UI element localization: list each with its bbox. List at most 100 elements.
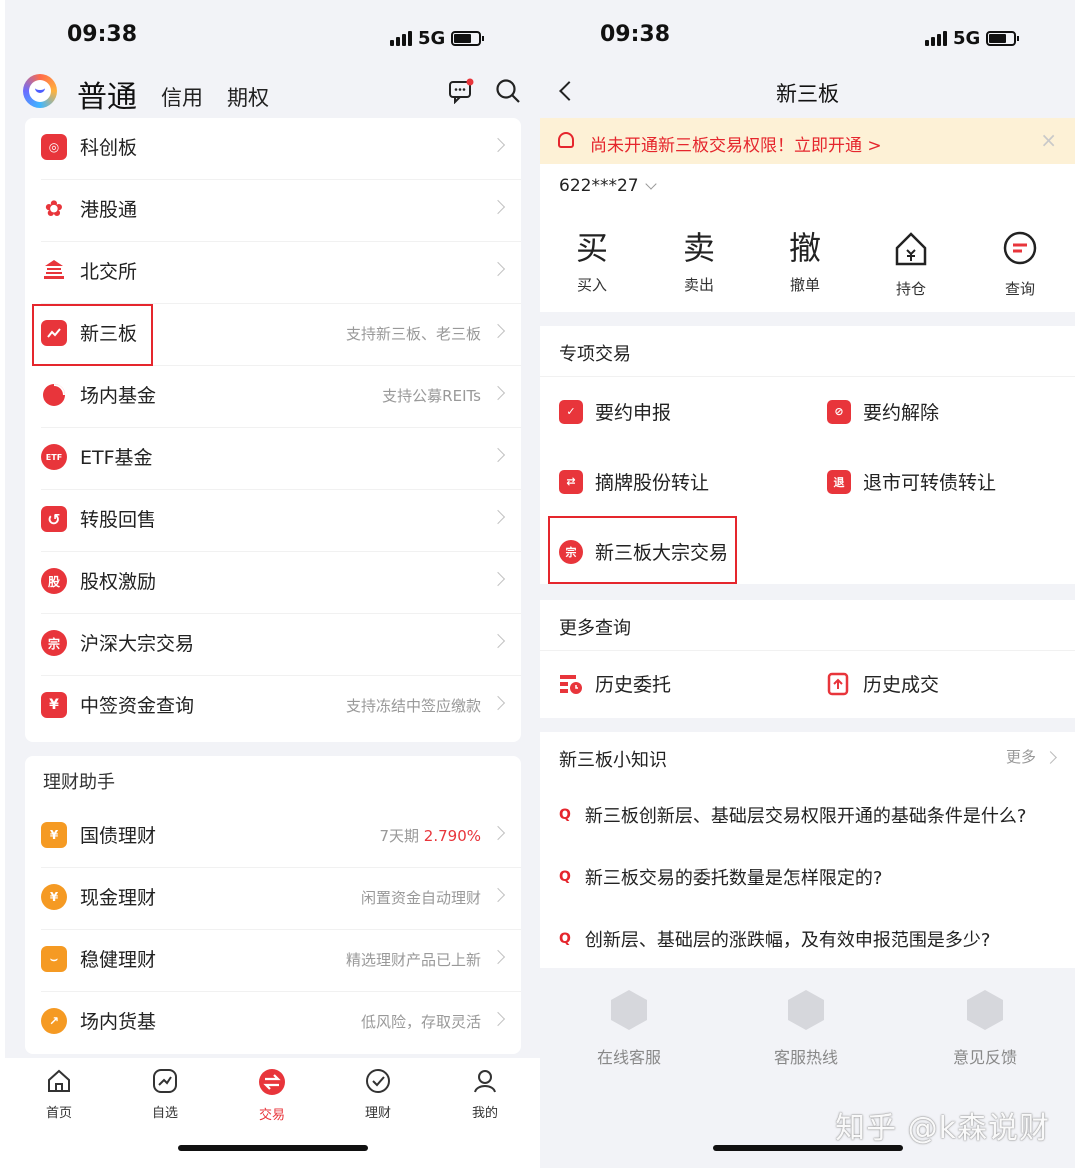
page-title: 新三板 <box>776 82 839 106</box>
menu-item-etf[interactable]: ETF ETF基金 <box>25 428 521 490</box>
sell-button[interactable]: 卖 卖出 <box>664 226 734 295</box>
more-link[interactable]: 更多 <box>1005 746 1057 767</box>
buy-button[interactable]: 买 买入 <box>557 226 627 295</box>
faq-text: 创新层、基础层的涨跌幅，及有效申报范围是多少? <box>584 930 991 951</box>
section-title: 新三板小知识 <box>559 750 667 771</box>
item-label: 摘牌股份转让 <box>595 472 710 494</box>
unlink-icon: ⊘ <box>827 399 851 424</box>
house-yuan-icon <box>895 232 927 266</box>
trade-history-item[interactable]: 历史成交 <box>827 670 939 697</box>
feedback-icon <box>967 990 1003 1030</box>
finance-item-sub: 闲置资金自动理财 <box>360 889 481 907</box>
delisted-bond-transfer-item[interactable]: 退 退市可转债转让 <box>827 468 996 495</box>
battery-icon <box>986 31 1020 46</box>
faq-item[interactable]: Q 创新层、基础层的涨跌幅，及有效申报范围是多少? <box>559 926 990 952</box>
feedback-button[interactable]: 意见反馈 <box>930 990 1040 1068</box>
customer-service-icon <box>611 990 647 1030</box>
faq-item[interactable]: Q 新三板创新层、基础层交易权限开通的基础条件是什么? <box>559 802 1026 828</box>
menu-item-conversion[interactable]: ↺ 转股回售 <box>25 490 521 552</box>
delisted-share-transfer-item[interactable]: ⇄ 摘牌股份转让 <box>559 468 709 495</box>
nav-home[interactable]: 首页 <box>29 1068 89 1121</box>
highlight-box <box>548 516 737 584</box>
nav-label: 自选 <box>151 1106 178 1121</box>
pie-chart-icon <box>41 382 67 408</box>
status-time: 09:38 <box>67 22 138 47</box>
return-arrow-icon: ↺ <box>41 506 67 532</box>
item-label: 要约解除 <box>863 402 940 424</box>
menu-item-label: 转股回售 <box>80 509 157 531</box>
nav-trade[interactable]: 交易 <box>242 1068 302 1123</box>
menu-item-sub: 支持公募REITs <box>382 387 481 405</box>
page-header: 新三板 <box>540 70 1075 118</box>
chevron-right-icon <box>490 199 506 215</box>
order-history-item[interactable]: 历史委托 <box>559 670 671 697</box>
finance-item-cash[interactable]: ¥ 现金理财 闲置资金自动理财 <box>25 868 521 930</box>
yuan-icon: ¥ <box>41 822 67 848</box>
menu-item-sub: 支持新三板、老三板 <box>345 325 481 343</box>
more-label: 更多 <box>1005 748 1036 766</box>
finance-item-sub: 精选理财产品已上新 <box>345 951 481 969</box>
query-button[interactable]: 查询 <box>985 226 1055 299</box>
tab-credit[interactable]: 信用 <box>161 82 203 112</box>
account-number: 622***27 <box>559 176 639 196</box>
home-indicator <box>177 1145 368 1151</box>
item-label: 历史成交 <box>863 674 940 696</box>
close-icon[interactable]: × <box>1040 128 1057 152</box>
menu-item-label: 港股通 <box>80 199 138 221</box>
tender-offer-item[interactable]: ✓ 要约申报 <box>559 398 671 425</box>
delisted-icon: 退 <box>827 469 851 494</box>
finance-item-sub: 7天期 2.790% <box>379 827 481 845</box>
right-phone-screen: 09:38 5G 新三板 尚未开通新三板交易权限！立即开通 > × 622***… <box>540 0 1075 1168</box>
finance-item-treasury[interactable]: ¥ 国债理财 7天期 2.790% <box>25 806 521 868</box>
status-bar: 09:38 5G <box>5 0 540 70</box>
nav-watchlist[interactable]: 自选 <box>135 1068 195 1121</box>
nav-profile[interactable]: 我的 <box>455 1068 515 1121</box>
menu-item-equity-incentive[interactable]: 股 股权激励 <box>25 552 521 614</box>
menu-item-star-market[interactable]: ◎ 科创板 <box>25 118 521 180</box>
finance-item-money-fund[interactable]: ↗ 场内货基 低风险，存取灵活 <box>25 992 521 1054</box>
menu-item-etf-listed-fund[interactable]: 场内基金 支持公募REITs <box>25 366 521 428</box>
menu-item-block-trade[interactable]: 宗 沪深大宗交易 <box>25 614 521 676</box>
menu-item-hk-connect[interactable]: ✿ 港股通 <box>25 180 521 242</box>
banner-text[interactable]: 尚未开通新三板交易权限！立即开通 > <box>590 131 882 156</box>
watchlist-icon <box>153 1069 177 1093</box>
app-logo-icon[interactable] <box>23 74 57 108</box>
cancel-order-button[interactable]: 撤 撤单 <box>770 226 840 295</box>
positions-button[interactable]: 持仓 <box>876 226 946 299</box>
menu-item-allotment-query[interactable]: ¥ 中签资金查询 支持冻结中签应缴款 <box>25 676 521 738</box>
bauhinia-icon: ✿ <box>44 196 64 222</box>
nav-label: 理财 <box>364 1106 391 1121</box>
tender-release-item[interactable]: ⊘ 要约解除 <box>827 398 939 425</box>
question-icon: Q <box>559 931 571 947</box>
section-title: 专项交易 <box>559 344 631 365</box>
trade-menu-card: ◎ 科创板 ✿ 港股通 北交所 新三板 支持新三板、老三板 场内基金 支持公募R… <box>25 118 521 742</box>
account-selector[interactable]: 622***27 <box>559 176 657 196</box>
search-icon[interactable] <box>495 78 521 104</box>
yield-value: 2.790% <box>423 827 481 845</box>
tab-options[interactable]: 期权 <box>227 82 269 112</box>
tab-normal[interactable]: 普通 <box>77 72 137 116</box>
finance-item-label: 场内货基 <box>80 1011 157 1033</box>
more-query-card: 更多查询 历史委托 历史成交 <box>540 600 1075 718</box>
user-icon <box>474 1070 496 1093</box>
online-service-button[interactable]: 在线客服 <box>574 990 684 1068</box>
message-icon[interactable] <box>448 78 474 104</box>
block-trade-icon: 宗 <box>41 630 67 656</box>
nav-label: 我的 <box>471 1106 498 1121</box>
status-time: 09:38 <box>600 22 671 47</box>
section-title: 理财助手 <box>43 772 115 793</box>
menu-item-label: ETF基金 <box>80 447 153 469</box>
hotline-button[interactable]: 客服热线 <box>751 990 861 1068</box>
finance-item-stable[interactable]: ⌣ 稳健理财 精选理财产品已上新 <box>25 930 521 992</box>
service-label: 在线客服 <box>596 1048 661 1067</box>
faq-item[interactable]: Q 新三板交易的委托数量是怎样限定的? <box>559 864 882 890</box>
wealth-icon <box>366 1069 390 1093</box>
permission-banner[interactable]: 尚未开通新三板交易权限！立即开通 > × <box>540 118 1075 164</box>
finance-item-sub: 低风险，存取灵活 <box>360 1013 481 1031</box>
nav-wealth[interactable]: 理财 <box>348 1068 408 1121</box>
chevron-right-icon <box>490 323 506 339</box>
menu-item-bse[interactable]: 北交所 <box>25 242 521 304</box>
transfer-icon: ⇄ <box>559 469 583 494</box>
battery-icon <box>451 31 485 46</box>
question-icon: Q <box>559 869 571 885</box>
